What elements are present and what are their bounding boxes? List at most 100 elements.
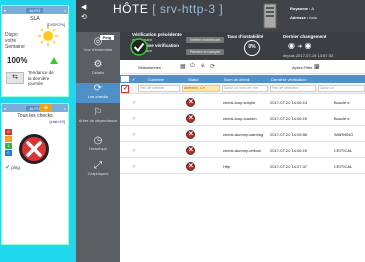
last-check-date: 2017-07-20 14:06:19	[270, 148, 308, 153]
state-counts: 0 0 1 0	[5, 129, 12, 157]
ok-check-icon	[130, 38, 148, 56]
sidebar-item-checks[interactable]: ⟳ Les checks	[76, 83, 120, 103]
take-into-account-button[interactable]: Prendre en compte	[186, 49, 224, 55]
check-output: CRITICAL	[334, 148, 353, 153]
filter-check-name[interactable]: Saisir un nom de che	[222, 85, 268, 92]
count-unknown: 0	[5, 150, 12, 156]
verify-now-button[interactable]: Vérifier maintenant	[186, 37, 224, 43]
count-critical: 0	[5, 129, 12, 135]
last-check-date: 2017-07-20 14:07:37	[270, 164, 308, 169]
ping-check-icon: ✔	[5, 165, 11, 171]
critical-status-icon	[186, 145, 195, 155]
arrow-right-icon: ➔	[297, 44, 303, 50]
last-check-date: 2017-07-20 14:05:56	[270, 132, 308, 137]
dispo-label: Dispo votre Semaine	[5, 32, 25, 50]
row-check-icon[interactable]: ✔	[132, 100, 136, 106]
check-name[interactable]: check-loop-custom	[223, 116, 257, 121]
table-row[interactable]: ✔ check-loop-custom 2017-07-20 14:06:19 …	[120, 111, 365, 126]
last-check-date: 2017-07-20 14:06:13	[270, 100, 308, 105]
row-check-icon[interactable]: ✔	[132, 148, 136, 154]
table-row[interactable]: ✔ Http 2017-07-20 14:07:37 CRITICAL	[120, 159, 365, 174]
check-output: Boucle e	[334, 116, 350, 121]
col-check-name[interactable]: Nom de check	[224, 77, 250, 82]
sidebar-item-dependency-tree[interactable]: ⚐ Arbre de dépendance	[76, 107, 120, 131]
table-header: ✔ Contexte Statut Nom de check Dernière …	[120, 75, 365, 83]
ok-state-icon: ◉	[288, 41, 295, 50]
filter-last-check[interactable]: Pas de sélection	[270, 85, 316, 92]
hostname: [ srv-http-3 ]	[152, 2, 224, 16]
widget-close-icon[interactable]: ×	[64, 8, 66, 13]
table-row[interactable]: ✔ check-dummy-critical 2017-07-20 14:06:…	[120, 143, 365, 158]
instability-value: 0%	[244, 40, 260, 56]
check-name[interactable]: check-dummy-critical	[223, 148, 261, 153]
check-output: WARNING	[334, 132, 354, 137]
toolbar-columns-icon[interactable]: ▦	[314, 63, 320, 70]
row-check-icon[interactable]: ✔	[132, 132, 136, 138]
selected-label: Sélectionnés :	[138, 65, 164, 70]
col-status[interactable]: Statut	[188, 77, 198, 82]
widget-chevron-icon[interactable]: ▾	[4, 106, 6, 111]
ok-state-icon: ◉	[304, 41, 312, 50]
auto-badge[interactable]: AUTO	[26, 7, 44, 13]
widget-close-icon[interactable]: ×	[64, 106, 66, 111]
add-widget-button[interactable]: +	[40, 104, 52, 112]
instability-label: Taux d'instabilité	[227, 34, 264, 39]
critical-status-icon	[186, 97, 195, 107]
count-warning: 0	[5, 136, 12, 142]
sla-value: 100%	[7, 56, 28, 65]
ping-badge: Ping	[100, 35, 114, 40]
back-icon[interactable]: ◀	[81, 3, 86, 11]
filter-context[interactable]: Pas de sélectio	[138, 85, 180, 92]
page-title: HÔTE [ srv-http-3 ]	[113, 2, 224, 16]
filter-toggle-checkbox[interactable]: ✔	[121, 85, 129, 93]
row-check-icon[interactable]: ✔	[132, 116, 136, 122]
col-context[interactable]: Contexte	[148, 77, 164, 82]
page: ▾ AUTO × SLA [DISPO%] Dispo votre Semain…	[0, 0, 365, 262]
table-toolbar: Sélectionnés : ▦ ⏻ ⚘ ⟳ Après Filtre : 5 …	[122, 62, 365, 74]
left-widgets: ▾ AUTO × SLA [DISPO%] Dispo votre Semain…	[1, 5, 69, 251]
last-change-label: Dernier changement	[283, 34, 327, 39]
sidebar-item-graphs[interactable]: ⤢ Graphiques	[76, 160, 120, 180]
history-icon[interactable]: ⟲	[81, 13, 87, 21]
toolbar-grid-icon[interactable]: ▦	[180, 63, 186, 70]
status-bar: Ping Vérification précédente maintenant …	[100, 32, 365, 60]
table-row[interactable]: ✔ check-dummy-warning 2017-07-20 14:05:5…	[120, 127, 365, 142]
row-check-icon[interactable]: ✔	[132, 164, 136, 170]
trend-icon: ⇆	[6, 72, 24, 84]
trend-up-icon	[50, 57, 58, 64]
state-change-icons: ◉ ➔ ◉	[288, 41, 311, 50]
filter-status[interactable]: Attention, Cri	[182, 85, 220, 92]
checks-table-area: Sélectionnés : ▦ ⏻ ⚘ ⟳ Après Filtre : 5 …	[120, 60, 365, 262]
last-check-date: 2017-07-20 14:06:19	[270, 116, 308, 121]
check-name[interactable]: check-loop-simple	[223, 100, 255, 105]
trend-label: Tendance de la dernière journée	[28, 70, 54, 86]
filter-output[interactable]: Saisir un	[318, 85, 365, 92]
table-row[interactable]: ✔ check-loop-simple 2017-07-20 14:06:13 …	[120, 95, 365, 110]
all-checks-widget-bar: ▾ AUTO ×	[2, 104, 68, 112]
critical-state-icon	[19, 134, 49, 164]
widget-chevron-icon[interactable]: ▾	[4, 8, 6, 13]
critical-status-icon	[186, 129, 195, 139]
all-checks-subtitle: [etat:HS]	[49, 119, 65, 124]
filter-row: ✔ Pas de sélectio Attention, Cri Saisir …	[120, 83, 365, 94]
col-last-check[interactable]: Dernière vérification	[271, 77, 307, 82]
col-select-all-icon[interactable]: ✔	[132, 77, 135, 82]
sun-icon	[38, 26, 58, 46]
sla-widget-bar: ▾ AUTO ×	[2, 6, 68, 14]
critical-status-icon	[186, 113, 195, 123]
check-name[interactable]: check-dummy-warning	[223, 132, 263, 137]
select-all-checkbox[interactable]	[121, 76, 129, 82]
all-checks-widget: ▾ AUTO × + Tous les checks [etat:HS] 0 0…	[1, 103, 69, 245]
check-output: Boucle e	[334, 100, 350, 105]
toolbar-refresh-icon[interactable]: ⟳	[210, 63, 215, 70]
sla-widget: ▾ AUTO × SLA [DISPO%] Dispo votre Semain…	[1, 5, 69, 97]
toolbar-power-icon[interactable]: ⏻	[190, 63, 195, 70]
critical-status-icon	[186, 161, 195, 171]
toolbar-filter-icon[interactable]: ⚘	[200, 63, 205, 70]
check-name[interactable]: Http	[223, 164, 230, 169]
last-change-value: depuis 2017-07-19 13:57:33	[283, 53, 334, 58]
sidebar-item-history[interactable]: ◷ Historique	[76, 135, 120, 155]
count-ok: 1	[5, 143, 12, 149]
sidebar-item-details[interactable]: ⚙ Détails	[76, 59, 120, 81]
server-icon	[263, 3, 277, 29]
